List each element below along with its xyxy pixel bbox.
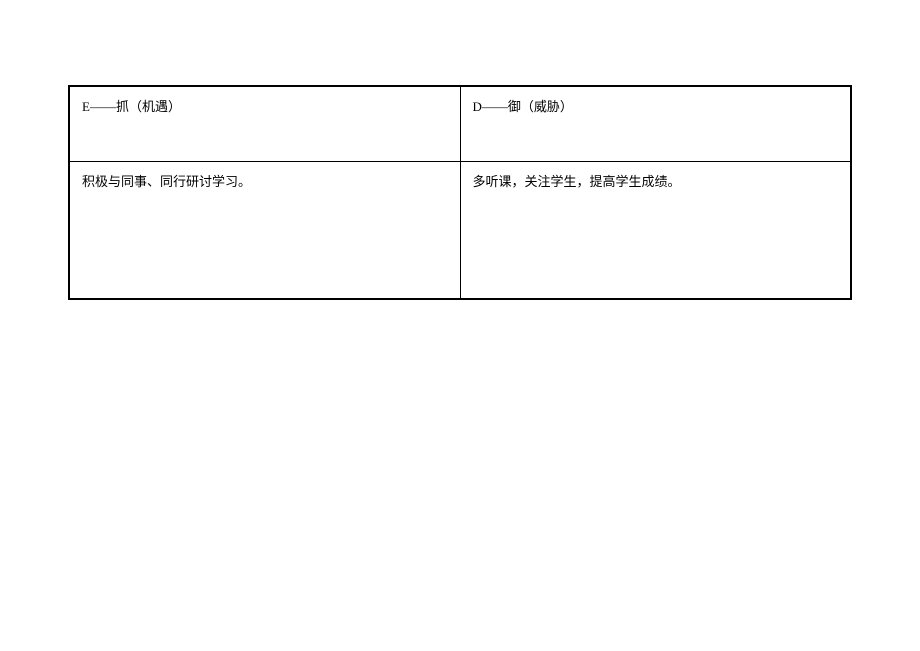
body-cell-threat: 多听课，关注学生，提高学生成绩。: [460, 161, 851, 299]
swot-table: E——抓（机遇） D——御（威胁） 积极与同事、同行研讨学习。 多听课，关注学生…: [68, 85, 852, 300]
header-label-opportunity: E——抓（机遇）: [82, 99, 181, 114]
body-text-opportunity: 积极与同事、同行研讨学习。: [82, 174, 251, 189]
table-row: E——抓（机遇） D——御（威胁）: [69, 86, 851, 161]
header-cell-opportunity: E——抓（机遇）: [69, 86, 460, 161]
body-text-threat: 多听课，关注学生，提高学生成绩。: [473, 174, 681, 189]
table-row: 积极与同事、同行研讨学习。 多听课，关注学生，提高学生成绩。: [69, 161, 851, 299]
header-cell-threat: D——御（威胁）: [460, 86, 851, 161]
header-label-threat: D——御（威胁）: [473, 99, 573, 114]
body-cell-opportunity: 积极与同事、同行研讨学习。: [69, 161, 460, 299]
